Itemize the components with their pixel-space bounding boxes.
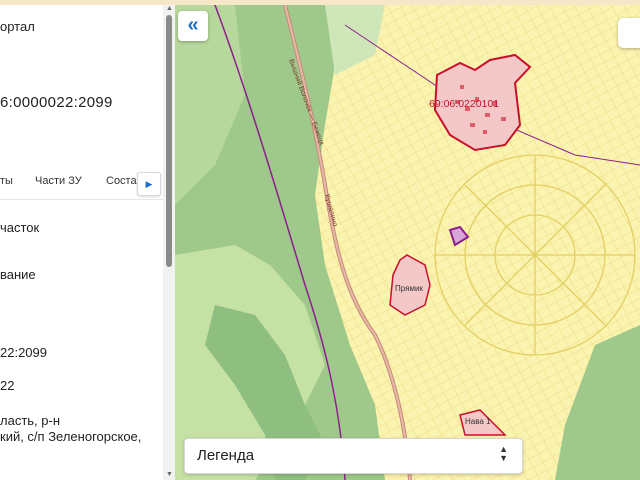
tab-objects[interactable]: ты: [0, 175, 13, 187]
settlement-1-label: Прямик: [395, 284, 423, 293]
legend-dropdown[interactable]: Легенда ▲ ▼: [184, 438, 523, 474]
field-address-line2: кий, с/п Зеленогорское,: [0, 429, 142, 444]
map-tool-button[interactable]: [618, 18, 640, 48]
tab-composition[interactable]: Соста: [106, 175, 137, 187]
tabs-scroll-right-button[interactable]: ▶: [137, 172, 161, 196]
info-panel: ортал 6:0000022:2099 ты Части ЗУ Соста ▶…: [0, 5, 175, 480]
cadastral-number: 6:0000022:2099: [0, 94, 113, 111]
radial-roads: [434, 154, 636, 356]
field-name-value: вание: [0, 267, 36, 282]
chevron-updown-icon: ▲ ▼: [499, 444, 508, 463]
quarter-label: 69:06:0220101: [429, 98, 499, 110]
scrollbar-thumb[interactable]: [166, 15, 172, 267]
field-address-line1: ласть, р-н: [0, 413, 61, 428]
scroll-down-icon[interactable]: ▼: [166, 471, 173, 479]
field-cadastral-value: 22:2099: [0, 345, 47, 360]
legend-label: Легенда: [197, 447, 255, 464]
collapse-panel-button[interactable]: «: [178, 11, 208, 41]
tab-parcel-parts[interactable]: Части ЗУ: [35, 175, 82, 187]
field-quarter-value: 22: [0, 378, 15, 393]
scroll-up-icon[interactable]: ▲: [166, 5, 173, 13]
map-view[interactable]: 69:06:0220101 Прямик Нава 1 Вышний Волоч…: [175, 5, 640, 480]
portal-title: ортал: [0, 19, 35, 34]
sidebar-scrollbar[interactable]: ▲ ▼: [163, 5, 175, 480]
map-canvas[interactable]: 69:06:0220101 Прямик Нава 1 Вышний Волоч…: [175, 5, 640, 480]
info-tabs: ты Части ЗУ Соста ▶: [0, 167, 163, 200]
settlement-2-label: Нава 1: [465, 417, 491, 426]
double-chevron-left-icon: «: [187, 14, 199, 36]
field-type-value: часток: [0, 220, 40, 235]
chevron-right-icon: ▶: [145, 179, 153, 189]
